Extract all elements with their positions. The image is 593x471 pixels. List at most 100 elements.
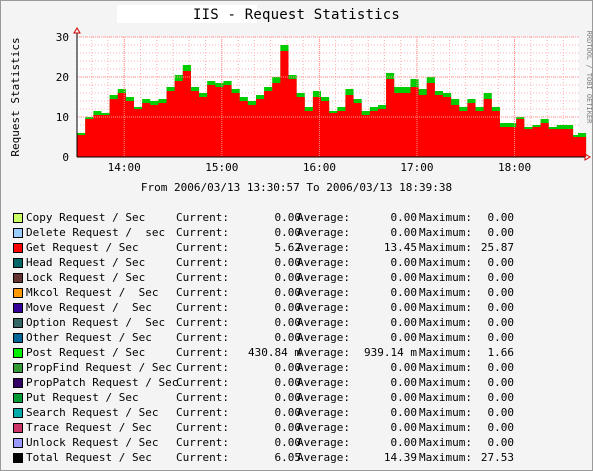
legend-swatch [13, 318, 23, 328]
legend-series-name: Option Request / Sec [26, 316, 166, 329]
current-label: Current: [176, 226, 229, 239]
average-value: 0.00 [390, 256, 418, 269]
average-value: 939.14 m [364, 346, 417, 359]
current-value: 0.00 [274, 376, 302, 389]
maximum-value: 0.00 [487, 361, 515, 374]
legend-series-name: Mkcol Request / Sec [26, 286, 159, 299]
maximum-label: Maximum: [419, 316, 472, 329]
current-value: 0.00 [274, 391, 302, 404]
maximum-label: Maximum: [419, 436, 472, 449]
legend-series-name: Get Request / Sec [26, 241, 139, 254]
legend-swatch [13, 303, 23, 313]
current-value: 0.00 [274, 406, 302, 419]
maximum-value: 0.00 [487, 331, 515, 344]
x-tick-label: 17:00 [400, 161, 433, 174]
legend-series-name: PropFind Request / Sec [26, 361, 172, 374]
current-value: 6.05 [274, 451, 302, 464]
average-value: 0.00 [390, 391, 418, 404]
average-value: 0.00 [390, 211, 418, 224]
legend-series-name: Search Request / Sec [26, 406, 159, 419]
average-value: 14.39 [383, 451, 417, 464]
current-value: 0.00 [274, 421, 302, 434]
maximum-label: Maximum: [419, 226, 472, 239]
current-value: 0.00 [274, 301, 302, 314]
current-label: Current: [176, 346, 229, 359]
average-value: 0.00 [390, 436, 418, 449]
current-value: 0.00 [274, 361, 302, 374]
legend-series-name: Head Request / Sec [26, 256, 146, 269]
current-label: Current: [176, 286, 229, 299]
legend-swatch [13, 378, 23, 388]
y-tick-label: 10 [56, 111, 69, 124]
legend-swatch [13, 453, 23, 463]
legend-swatch [13, 213, 23, 223]
average-value: 0.00 [390, 271, 418, 284]
current-label: Current: [176, 436, 229, 449]
maximum-label: Maximum: [419, 391, 472, 404]
current-label: Current: [176, 421, 229, 434]
current-label: Current: [176, 316, 229, 329]
maximum-label: Maximum: [419, 286, 472, 299]
maximum-value: 0.00 [487, 376, 515, 389]
maximum-label: Maximum: [419, 331, 472, 344]
legend-series-name: Lock Request / Sec [26, 271, 146, 284]
legend-swatch [13, 348, 23, 358]
legend-swatch [13, 228, 23, 238]
average-value: 0.00 [390, 316, 418, 329]
time-range-label: From 2006/03/13 13:30:57 To 2006/03/13 1… [140, 181, 453, 194]
maximum-label: Maximum: [419, 301, 472, 314]
legend-series-name: Move Request / Sec [26, 301, 152, 314]
current-value: 430.84 m [248, 346, 301, 359]
maximum-label: Maximum: [419, 211, 472, 224]
legend-series-name: Unlock Request / Sec [26, 436, 159, 449]
rrdtool-watermark: RRDTOOL / TOBI OETIKER [585, 31, 593, 125]
average-value: 0.00 [390, 301, 418, 314]
maximum-value: 27.53 [480, 451, 514, 464]
current-value: 0.00 [274, 436, 302, 449]
maximum-label: Maximum: [419, 346, 472, 359]
maximum-value: 1.66 [487, 346, 515, 359]
current-value: 0.00 [274, 331, 302, 344]
maximum-label: Maximum: [419, 406, 472, 419]
legend-swatch [13, 393, 23, 403]
current-value: 0.00 [274, 256, 302, 269]
average-value: 13.45 [383, 241, 417, 254]
maximum-label: Maximum: [419, 421, 472, 434]
maximum-label: Maximum: [419, 256, 472, 269]
maximum-label: Maximum: [419, 361, 472, 374]
maximum-value: 0.00 [487, 226, 515, 239]
legend-series-name: Other Request / Sec [26, 331, 152, 344]
legend-swatch [13, 273, 23, 283]
legend-swatch [13, 258, 23, 268]
current-value: 0.00 [274, 316, 302, 329]
current-value: 0.00 [274, 271, 302, 284]
legend-swatch [13, 408, 23, 418]
legend-series-name: PropPatch Request / Sec [26, 376, 179, 389]
current-value: 5.62 [274, 241, 302, 254]
maximum-label: Maximum: [419, 451, 472, 464]
current-label: Current: [176, 376, 229, 389]
current-label: Current: [176, 406, 229, 419]
current-value: 0.00 [274, 211, 302, 224]
current-label: Current: [176, 256, 229, 269]
maximum-label: Maximum: [419, 271, 472, 284]
maximum-value: 0.00 [487, 391, 515, 404]
legend-swatch [13, 363, 23, 373]
legend-series-name: Delete Request / sec [26, 226, 166, 239]
maximum-label: Maximum: [419, 376, 472, 389]
graph-frame: IIS - Request Statistics 0 10 20 30 14:00 15:… [0, 0, 593, 471]
maximum-value: 0.00 [487, 406, 515, 419]
average-value: 0.00 [390, 361, 418, 374]
average-value: 0.00 [390, 331, 418, 344]
legend-swatch [13, 423, 23, 433]
x-tick-label: 15:00 [205, 161, 238, 174]
y-axis-label: Request Statistics [9, 37, 22, 156]
average-value: 0.00 [390, 226, 418, 239]
maximum-value: 0.00 [487, 316, 515, 329]
maximum-value: 0.00 [487, 271, 515, 284]
average-value: 0.00 [390, 286, 418, 299]
current-value: 0.00 [274, 286, 302, 299]
current-label: Current: [176, 361, 229, 374]
y-axis-arrow [73, 27, 81, 34]
maximum-label: Maximum: [419, 241, 472, 254]
